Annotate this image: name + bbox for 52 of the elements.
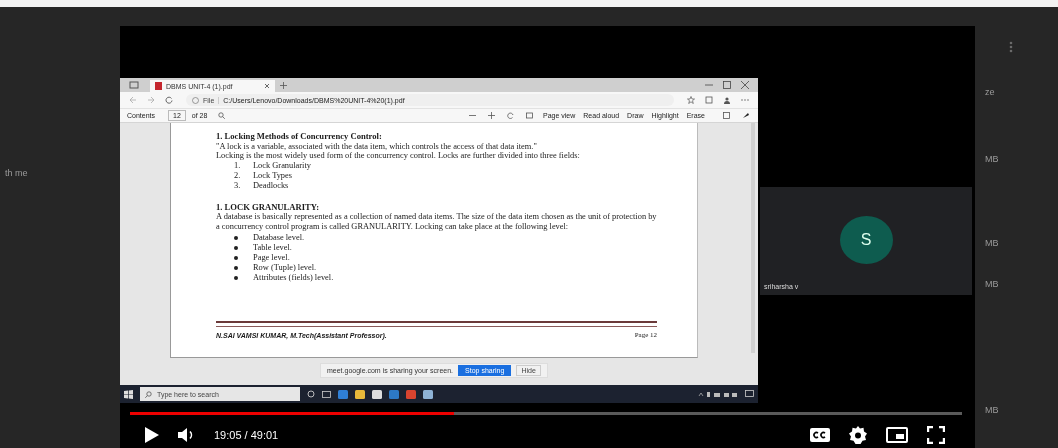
zoom-out-icon[interactable] [469, 112, 476, 119]
list-item: Database level. [253, 232, 305, 243]
list-number: 3. [234, 180, 242, 191]
new-tab-icon[interactable] [280, 81, 287, 89]
profile-icon[interactable] [723, 96, 731, 104]
close-icon[interactable] [264, 83, 270, 89]
star-icon[interactable] [687, 96, 695, 104]
side-text: MB [985, 154, 999, 164]
zoom-in-icon[interactable] [488, 112, 495, 119]
side-text: MB [985, 279, 999, 289]
search-icon[interactable] [218, 112, 226, 119]
fullscreen-icon[interactable] [927, 426, 945, 444]
fit-page-icon[interactable] [526, 112, 533, 119]
bullet-icon [234, 235, 238, 240]
pdf-icon [155, 82, 162, 90]
paragraph: A database is basically represented as a collection of named data items. The size of the data item chosen as the unit of protection by a concurrency control program is called GRANULARITY. Locking can take place at the following level: [216, 212, 657, 232]
list-item: Deadlocks [253, 180, 289, 191]
side-text: MB [985, 405, 999, 415]
list-item: Lock Types [253, 170, 293, 181]
miniplayer-icon[interactable] [886, 427, 908, 443]
list-number: 1. [234, 160, 242, 171]
refresh-icon[interactable] [165, 96, 173, 104]
list-item: Page level. [253, 252, 290, 263]
list-item: Table level. [253, 242, 292, 253]
list-number: 2. [234, 170, 242, 181]
captions-icon[interactable] [810, 428, 830, 442]
list-item: Row (Tuple) level. [253, 262, 317, 273]
participant-avatar: S [839, 216, 893, 264]
more-icon[interactable] [1009, 41, 1013, 53]
side-text: th me [5, 168, 29, 178]
search-icon [145, 390, 152, 398]
list-item: Attributes (fields) level. [253, 272, 334, 283]
play-icon[interactable] [145, 427, 159, 443]
section-heading: 1. LOCK GRANULARITY: [216, 202, 321, 213]
windows-logo-icon[interactable] [124, 389, 133, 399]
side-text: MB [985, 238, 999, 248]
task-view-icon[interactable] [322, 390, 331, 398]
rotate-icon[interactable] [507, 112, 514, 119]
bullet-icon [234, 255, 238, 260]
time-display: 19:05 / 49:01 [214, 429, 279, 441]
paragraph: Locking is the most widely used form of the concurrency control. Locks are further divided into three fields: [216, 151, 581, 161]
side-text: ze [985, 87, 995, 97]
bullet-icon [234, 265, 238, 270]
bullet-icon [234, 275, 238, 280]
tray-icons-drawing [698, 391, 738, 397]
close-icon[interactable] [741, 81, 749, 89]
maximize-icon[interactable] [723, 81, 731, 89]
section-heading: 1. Locking Methods of Concurrency Control: [216, 132, 383, 142]
settings-icon[interactable] [849, 426, 867, 444]
paragraph: "A lock is a variable, associated with the data item, which controls the access of that data item." [216, 141, 538, 152]
list-item: Lock Granularity [253, 160, 311, 171]
bullet-icon [234, 245, 238, 250]
